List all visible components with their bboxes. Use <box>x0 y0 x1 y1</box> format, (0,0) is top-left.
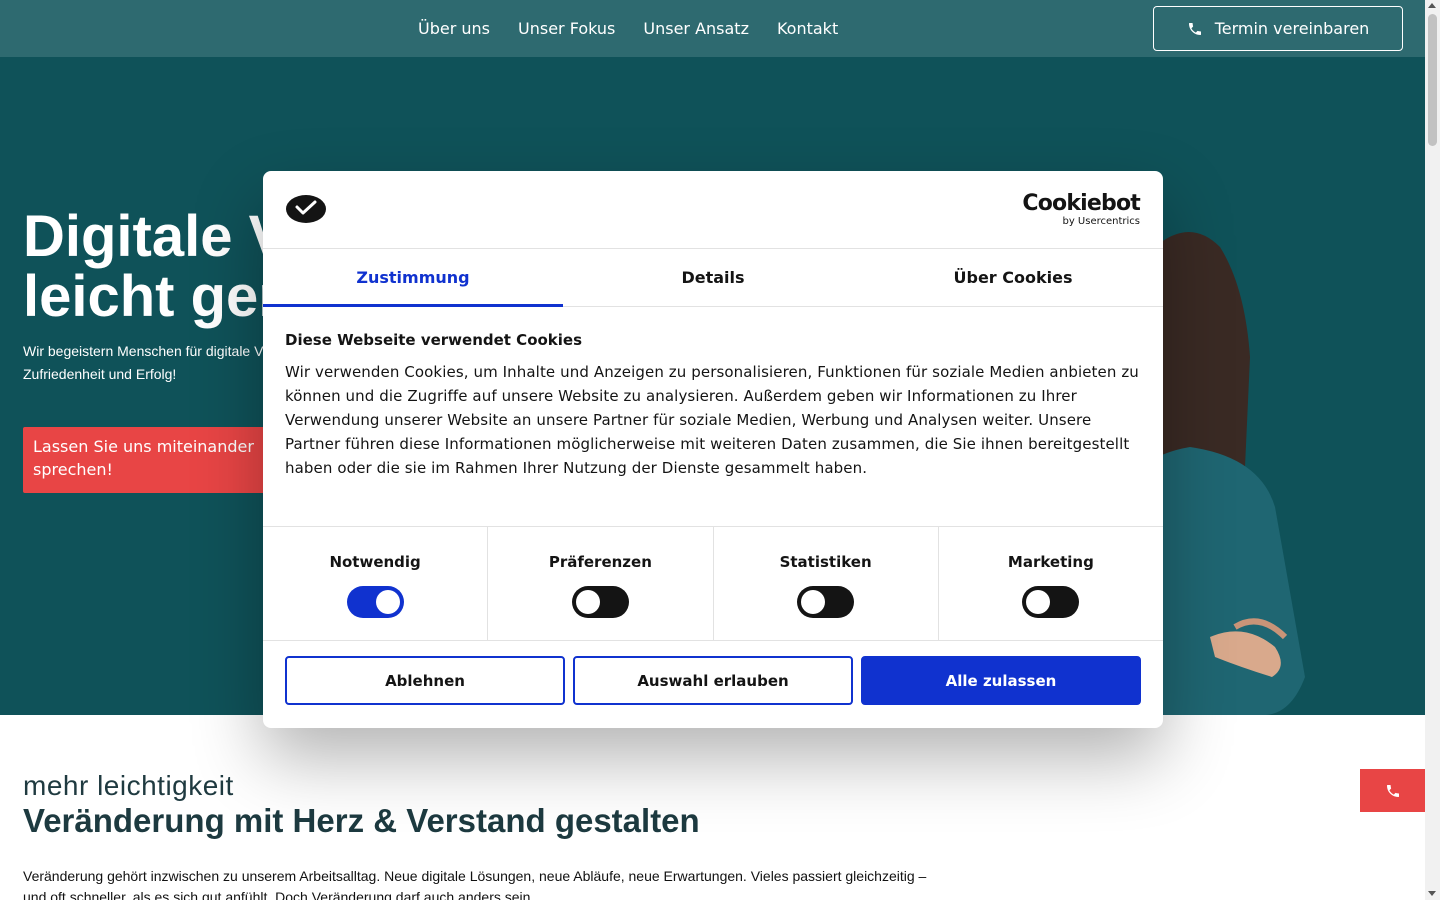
section-title: Veränderung mit Herz & Verstand gestalte… <box>23 802 700 839</box>
termin-vereinbaren-label: Termin vereinbaren <box>1214 19 1370 38</box>
cookie-dialog-body: Diese Webseite verwendet Cookies Wir ver… <box>263 307 1163 527</box>
toggle-group-praeferenzen: Präferenzen <box>488 527 714 640</box>
toggle-label-statistiken: Statistiken <box>779 553 872 571</box>
toggle-group-statistiken: Statistiken <box>714 527 939 640</box>
toggle-praeferenzen[interactable] <box>571 586 629 618</box>
cookie-dialog-text: Wir verwenden Cookies, um Inhalte und An… <box>285 363 1139 477</box>
hero-title: Digitale V leicht gen <box>23 204 294 329</box>
alle-zulassen-button[interactable]: Alle zulassen <box>861 656 1141 705</box>
ablehnen-button[interactable]: Ablehnen <box>285 656 565 705</box>
cookie-category-toggles: Notwendig Präferenzen Statistiken Market… <box>263 527 1163 641</box>
contact-cta-button[interactable]: Lassen Sie uns miteinander sprechen! <box>23 427 273 493</box>
cookiebot-brand-by: by Usercentrics <box>1062 216 1140 227</box>
toggle-label-marketing: Marketing <box>1007 553 1094 571</box>
cookie-dialog-header: Cookiebot by Usercentrics <box>263 171 1163 249</box>
toggle-label-notwendig: Notwendig <box>329 553 421 571</box>
cookiebot-brand: Cookiebot by Usercentrics <box>1022 192 1140 228</box>
scroll-down-arrow-icon[interactable] <box>1428 891 1436 896</box>
tab-ueber-cookies[interactable]: Über Cookies <box>863 249 1163 306</box>
termin-vereinbaren-button[interactable]: Termin vereinbaren <box>1153 6 1403 51</box>
scroll-up-arrow-icon[interactable] <box>1428 3 1436 8</box>
site-header: Über uns Unser Fokus Unser Ansatz Kontak… <box>0 0 1425 57</box>
section-text: Veränderung gehört inzwischen zu unserem… <box>23 868 927 900</box>
nav-item-ueber-uns[interactable]: Über uns <box>418 19 490 38</box>
nav-item-kontakt[interactable]: Kontakt <box>777 19 838 38</box>
toggle-notwendig[interactable] <box>346 586 404 618</box>
cookie-tabs: Zustimmung Details Über Cookies <box>263 249 1163 307</box>
toggle-group-notwendig: Notwendig <box>263 527 489 640</box>
nav-item-unser-fokus[interactable]: Unser Fokus <box>518 19 615 38</box>
toggle-group-marketing: Marketing <box>939 527 1163 640</box>
section-kicker: mehr leichtigkeit <box>23 770 234 801</box>
cookiebot-brand-name: Cookiebot <box>1022 191 1140 216</box>
phone-icon <box>1188 22 1201 35</box>
cookie-logo-icon <box>286 195 326 223</box>
floating-phone-button[interactable] <box>1360 769 1425 812</box>
toggle-label-praeferenzen: Präferenzen <box>548 553 652 571</box>
cookie-dialog-heading: Diese Webseite verwendet Cookies <box>285 331 583 349</box>
toggle-statistiken[interactable] <box>797 586 855 618</box>
cookie-dialog-buttons: Ablehnen Auswahl erlauben Alle zulassen <box>263 641 1163 705</box>
auswahl-erlauben-button[interactable]: Auswahl erlauben <box>573 656 853 705</box>
scrollbar-thumb[interactable] <box>1428 14 1437 146</box>
page-scrollbar[interactable] <box>1425 0 1440 900</box>
tab-zustimmung[interactable]: Zustimmung <box>263 249 563 306</box>
phone-icon <box>1386 784 1399 797</box>
toggle-marketing[interactable] <box>1022 586 1080 618</box>
nav-item-unser-ansatz[interactable]: Unser Ansatz <box>643 19 749 38</box>
main-nav: Über uns Unser Fokus Unser Ansatz Kontak… <box>404 0 852 57</box>
tab-details[interactable]: Details <box>563 249 863 306</box>
active-tab-indicator <box>263 304 563 307</box>
cookie-consent-dialog: Cookiebot by Usercentrics Zustimmung Det… <box>263 171 1163 728</box>
